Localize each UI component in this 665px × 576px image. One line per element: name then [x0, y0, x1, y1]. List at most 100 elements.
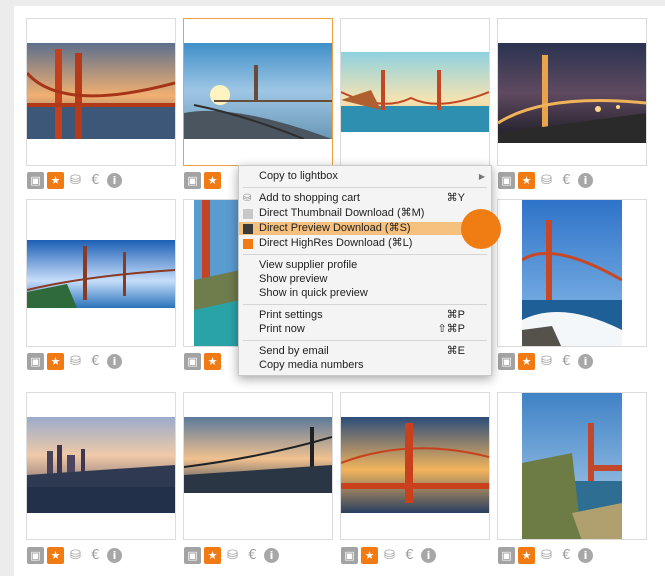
media-tile[interactable]: [497, 18, 647, 166]
lightbox-icon[interactable]: ▣: [184, 353, 201, 370]
menu-item-quick-preview[interactable]: Show in quick preview: [239, 287, 491, 300]
euro-icon[interactable]: €: [401, 547, 418, 564]
thumbnail-image[interactable]: [498, 43, 646, 143]
thumbnail-image[interactable]: [27, 417, 175, 513]
menu-item-copy-to-lightbox[interactable]: Copy to lightbox ▶: [239, 170, 491, 183]
media-tile[interactable]: [340, 18, 490, 166]
star-icon[interactable]: ★: [204, 353, 221, 370]
euro-icon[interactable]: €: [558, 353, 575, 370]
menu-item-preview-download[interactable]: Direct Preview Download (⌘S): [239, 222, 491, 235]
tile-toolbar: ▣ ★ ⛁ € i: [184, 547, 279, 564]
media-tile[interactable]: [497, 392, 647, 540]
euro-icon[interactable]: €: [558, 172, 575, 189]
thumbnail-image[interactable]: [194, 200, 240, 347]
menu-separator: [243, 254, 487, 255]
menu-item-label: Show in quick preview: [259, 287, 368, 299]
basket-icon[interactable]: ⛁: [67, 353, 84, 370]
info-icon[interactable]: i: [578, 173, 593, 188]
lightbox-icon[interactable]: ▣: [498, 547, 515, 564]
menu-item-view-supplier-profile[interactable]: View supplier profile: [239, 259, 491, 272]
thumbnail-image[interactable]: [27, 43, 175, 139]
menu-item-label: Print now: [259, 323, 305, 335]
menu-separator: [243, 304, 487, 305]
context-menu: Copy to lightbox ▶ ⛁ Add to shopping car…: [238, 165, 492, 376]
lightbox-icon[interactable]: ▣: [27, 172, 44, 189]
lightbox-icon[interactable]: ▣: [184, 547, 201, 564]
basket-icon[interactable]: ⛁: [538, 172, 555, 189]
media-tile[interactable]: [26, 199, 176, 347]
media-tile[interactable]: [497, 199, 647, 347]
menu-item-add-to-cart[interactable]: ⛁ Add to shopping cart ⌘Y: [239, 192, 491, 205]
basket-icon[interactable]: ⛁: [67, 172, 84, 189]
thumbnail-image[interactable]: [522, 393, 622, 540]
basket-icon: ⛁: [243, 193, 252, 204]
menu-item-show-preview[interactable]: Show preview: [239, 273, 491, 286]
thumbnail-image[interactable]: [341, 417, 489, 513]
thumbnail-image[interactable]: [341, 52, 489, 132]
tile-toolbar: ▣ ★ ⛁ € i: [341, 547, 436, 564]
menu-item-label: Direct Preview Download (⌘S): [259, 222, 411, 234]
media-tile[interactable]: [26, 18, 176, 166]
info-icon[interactable]: i: [107, 173, 122, 188]
media-tile[interactable]: [183, 392, 333, 540]
euro-icon[interactable]: €: [558, 547, 575, 564]
lightbox-icon[interactable]: ▣: [341, 547, 358, 564]
star-icon[interactable]: ★: [204, 172, 221, 189]
lightbox-icon[interactable]: ▣: [27, 353, 44, 370]
basket-icon[interactable]: ⛁: [538, 353, 555, 370]
lightbox-icon[interactable]: ▣: [184, 172, 201, 189]
submenu-arrow-icon: ▶: [478, 172, 485, 181]
basket-icon[interactable]: ⛁: [381, 547, 398, 564]
star-icon[interactable]: ★: [361, 547, 378, 564]
euro-icon[interactable]: €: [87, 547, 104, 564]
star-icon[interactable]: ★: [518, 172, 535, 189]
click-indicator: [461, 209, 501, 249]
euro-icon[interactable]: €: [244, 547, 261, 564]
menu-item-label: Show preview: [259, 273, 328, 285]
info-icon[interactable]: i: [421, 548, 436, 563]
lightbox-icon[interactable]: ▣: [498, 353, 515, 370]
tile-toolbar: ▣ ★ ⛁ € i: [27, 172, 122, 189]
basket-icon[interactable]: ⛁: [224, 547, 241, 564]
menu-item-send-by-email[interactable]: Send by email ⌘E: [239, 345, 491, 358]
menu-item-label: Add to shopping cart: [259, 192, 360, 204]
lightbox-icon[interactable]: ▣: [498, 172, 515, 189]
euro-icon[interactable]: €: [87, 353, 104, 370]
thumbnail-image[interactable]: [184, 43, 332, 139]
square-dark-icon: [243, 224, 253, 234]
menu-item-print-settings[interactable]: Print settings ⌘P: [239, 309, 491, 322]
star-icon[interactable]: ★: [47, 547, 64, 564]
media-tile[interactable]: [340, 392, 490, 540]
star-icon[interactable]: ★: [47, 353, 64, 370]
thumbnail-image[interactable]: [522, 200, 622, 347]
menu-item-print-now[interactable]: Print now ⇧⌘P: [239, 323, 491, 336]
star-icon[interactable]: ★: [518, 547, 535, 564]
menu-shortcut: ⌘P: [446, 309, 465, 321]
menu-shortcut: ⌘E: [446, 345, 465, 357]
star-icon[interactable]: ★: [204, 547, 221, 564]
basket-icon[interactable]: ⛁: [67, 547, 84, 564]
star-icon[interactable]: ★: [518, 353, 535, 370]
info-icon[interactable]: i: [107, 354, 122, 369]
menu-item-label: Send by email: [259, 345, 329, 357]
menu-item-label: Direct Thumbnail Download (⌘M): [259, 207, 425, 219]
info-icon[interactable]: i: [107, 548, 122, 563]
info-icon[interactable]: i: [578, 354, 593, 369]
thumbnail-image[interactable]: [27, 240, 175, 308]
menu-item-thumbnail-download[interactable]: Direct Thumbnail Download (⌘M): [239, 207, 491, 220]
tile-toolbar: ▣ ★: [184, 353, 221, 370]
info-icon[interactable]: i: [264, 548, 279, 563]
media-tile-selected[interactable]: [183, 18, 333, 166]
menu-separator: [243, 340, 487, 341]
lightbox-icon[interactable]: ▣: [27, 547, 44, 564]
euro-icon[interactable]: €: [87, 172, 104, 189]
square-light-icon: [243, 209, 253, 219]
menu-item-highres-download[interactable]: Direct HighRes Download (⌘L): [239, 237, 491, 250]
info-icon[interactable]: i: [578, 548, 593, 563]
star-icon[interactable]: ★: [47, 172, 64, 189]
thumbnail-image[interactable]: [184, 417, 332, 493]
basket-icon[interactable]: ⛁: [538, 547, 555, 564]
tile-toolbar: ▣ ★ ⛁ € i: [27, 353, 122, 370]
media-tile[interactable]: [26, 392, 176, 540]
menu-item-copy-media-numbers[interactable]: Copy media numbers: [239, 359, 491, 372]
